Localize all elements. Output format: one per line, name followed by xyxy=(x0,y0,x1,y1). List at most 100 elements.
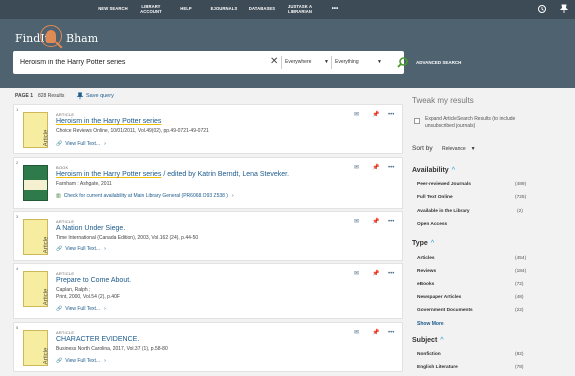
facet-item[interactable]: eBooks xyxy=(417,282,434,287)
result-title-link[interactable]: Heroism in the Harry Potter series xyxy=(56,118,161,125)
more-actions-icon[interactable]: ••• xyxy=(388,218,394,226)
facet-subject-header[interactable]: Subject ^ xyxy=(412,337,444,344)
availability-link[interactable]: ▥ Check for current availability at Main … xyxy=(56,193,234,199)
result-author: Caplan, Ralph ; xyxy=(56,287,91,293)
type-select[interactable]: Everything xyxy=(335,58,359,67)
pin-icon[interactable]: 📌 xyxy=(372,111,379,119)
facet-item[interactable]: Peer-reviewed Journals xyxy=(417,182,471,187)
article-thumbnail: Article xyxy=(23,330,49,366)
email-icon[interactable]: ✉ xyxy=(354,270,359,278)
pin-icon xyxy=(76,92,84,100)
view-full-text-link[interactable]: 🔗 View Full Text... › xyxy=(56,306,106,312)
facet-count: (82) xyxy=(515,352,524,357)
more-actions-icon[interactable]: ••• xyxy=(388,329,394,337)
save-query-button[interactable]: Save query xyxy=(76,92,114,100)
search-icon[interactable] xyxy=(396,56,409,69)
pin-icon[interactable]: 📌 xyxy=(372,329,379,337)
pin-icon[interactable]: 📌 xyxy=(372,218,379,226)
view-full-text-link[interactable]: 🔗 View Full Text... › xyxy=(56,246,106,252)
more-actions-icon[interactable]: ••• xyxy=(388,111,394,119)
expand-results-checkbox[interactable] xyxy=(414,118,420,124)
result-citation: Print, 2000, Vol.54 (2), p.40F xyxy=(56,294,120,300)
result-type: ARTICLE xyxy=(56,219,75,224)
view-full-text-link[interactable]: 🔗 View Full Text... › xyxy=(56,358,106,364)
result-type: ARTICLE xyxy=(56,112,75,117)
result-item[interactable]: 1 Article ARTICLE Heroism in the Harry P… xyxy=(13,104,403,154)
sort-select[interactable]: Relevance ▼ xyxy=(442,146,476,152)
facet-count: (725) xyxy=(515,195,527,200)
result-item[interactable]: 5 Article ARTICLE CHARACTER EVIDENCE. Bu… xyxy=(13,322,403,372)
library-icon: ▥ xyxy=(56,193,61,199)
result-type: BOOK xyxy=(56,165,69,170)
nav-justask-librarian[interactable]: JUSTASK A LIBRARIAN xyxy=(282,0,318,19)
advanced-search-link[interactable]: ADVANCED SEARCH xyxy=(416,60,461,65)
article-thumbnail: Article xyxy=(23,271,49,307)
email-icon[interactable]: ✉ xyxy=(354,111,359,119)
more-actions-icon[interactable]: ••• xyxy=(388,270,394,278)
view-full-text-link[interactable]: 🔗 View Full Text... › xyxy=(56,141,106,147)
result-title-link[interactable]: A Nation Under Siege. xyxy=(56,225,125,232)
more-actions-icon[interactable]: ••• xyxy=(388,164,394,172)
facet-item[interactable]: Government Documents xyxy=(417,308,473,313)
result-item[interactable]: 3 Article ARTICLE A Nation Under Siege. … xyxy=(13,211,403,261)
result-item[interactable]: 2 BOOK Heroism in the Harry Potter serie… xyxy=(13,157,403,209)
facet-item[interactable]: Newspaper Articles xyxy=(417,295,461,300)
brand-bham: Bham xyxy=(66,32,99,45)
result-citation: Business North Carolina, 2017, Vol.37 (1… xyxy=(56,346,168,352)
result-number: 1 xyxy=(16,107,19,112)
facet-count: (72) xyxy=(515,282,524,287)
facet-item[interactable]: Reviews xyxy=(417,269,436,274)
facet-item[interactable]: English Literature xyxy=(417,365,458,370)
chevron-up-icon: ^ xyxy=(440,337,444,344)
nav-more-button[interactable]: ••• xyxy=(326,0,344,19)
link-icon: 🔗 xyxy=(56,141,63,147)
chevron-right-icon: › xyxy=(104,306,106,312)
facet-item[interactable]: Full Text Online xyxy=(417,195,453,200)
facet-item[interactable]: Available in the Library xyxy=(417,209,470,214)
article-thumbnail: Article xyxy=(23,112,49,148)
clear-search-icon[interactable]: ✕ xyxy=(270,56,278,68)
expand-results-label[interactable]: Expand ArticleSearch Results (to include… xyxy=(425,116,545,130)
facet-item[interactable]: Nonfiction xyxy=(417,352,441,357)
email-icon[interactable]: ✉ xyxy=(354,164,359,172)
facet-item[interactable]: Open Access xyxy=(417,222,447,227)
search-input[interactable] xyxy=(20,51,260,74)
sort-label: Sort by xyxy=(412,145,433,152)
search-box: ✕ Everywhere ▼ Everything ▼ xyxy=(13,51,408,74)
nav-library-account[interactable]: LIBRARY ACCOUNT xyxy=(135,0,167,19)
nav-ejournals[interactable]: EJOURNALS xyxy=(205,0,243,19)
result-citation: Choice Reviews Online, 10/01/2011, Vol.4… xyxy=(56,128,209,134)
chevron-up-icon: ^ xyxy=(451,167,455,174)
pin-icon[interactable]: 📌 xyxy=(372,270,379,278)
page-number: PAGE 1 xyxy=(15,93,33,99)
facet-item[interactable]: Articles xyxy=(417,256,435,261)
pin-icon[interactable] xyxy=(559,4,569,14)
result-title-link[interactable]: CHARACTER EVIDENCE. xyxy=(56,336,139,343)
nav-new-search[interactable]: NEW SEARCH xyxy=(92,0,134,19)
nav-databases[interactable]: DATABASES xyxy=(245,0,279,19)
result-number: 4 xyxy=(16,266,19,271)
scope-select[interactable]: Everywhere xyxy=(285,58,311,67)
link-icon: 🔗 xyxy=(56,358,63,364)
nav-help[interactable]: HELP xyxy=(175,0,197,19)
result-item[interactable]: 4 Article ARTICLE Prepare to Come About.… xyxy=(13,263,403,319)
pin-icon[interactable]: 📌 xyxy=(372,164,379,172)
show-more-link[interactable]: Show More xyxy=(417,321,444,327)
facet-count: (454) xyxy=(515,256,527,261)
result-title-link[interactable]: Heroism in the Harry Potter series / edi… xyxy=(56,171,289,178)
result-type: ARTICLE xyxy=(56,271,75,276)
facet-count: (489) xyxy=(515,182,527,187)
sidebar-title: Tweak my results xyxy=(412,96,474,105)
result-title-link[interactable]: Prepare to Come About. xyxy=(56,277,131,284)
email-icon[interactable]: ✉ xyxy=(354,329,359,337)
result-number: 3 xyxy=(16,214,19,219)
facet-type-header[interactable]: Type ^ xyxy=(412,240,434,247)
email-icon[interactable]: ✉ xyxy=(354,218,359,226)
history-icon[interactable] xyxy=(537,4,547,14)
chevron-right-icon: › xyxy=(104,358,106,364)
refine-sidebar: Tweak my results Expand ArticleSearch Re… xyxy=(412,93,575,376)
facet-availability-header[interactable]: Availability ^ xyxy=(412,167,455,174)
results-list: 1 Article ARTICLE Heroism in the Harry P… xyxy=(13,104,403,376)
facet-count: (2) xyxy=(517,209,523,214)
top-navigation-bar: NEW SEARCH LIBRARY ACCOUNT HELP EJOURNAL… xyxy=(0,0,575,19)
